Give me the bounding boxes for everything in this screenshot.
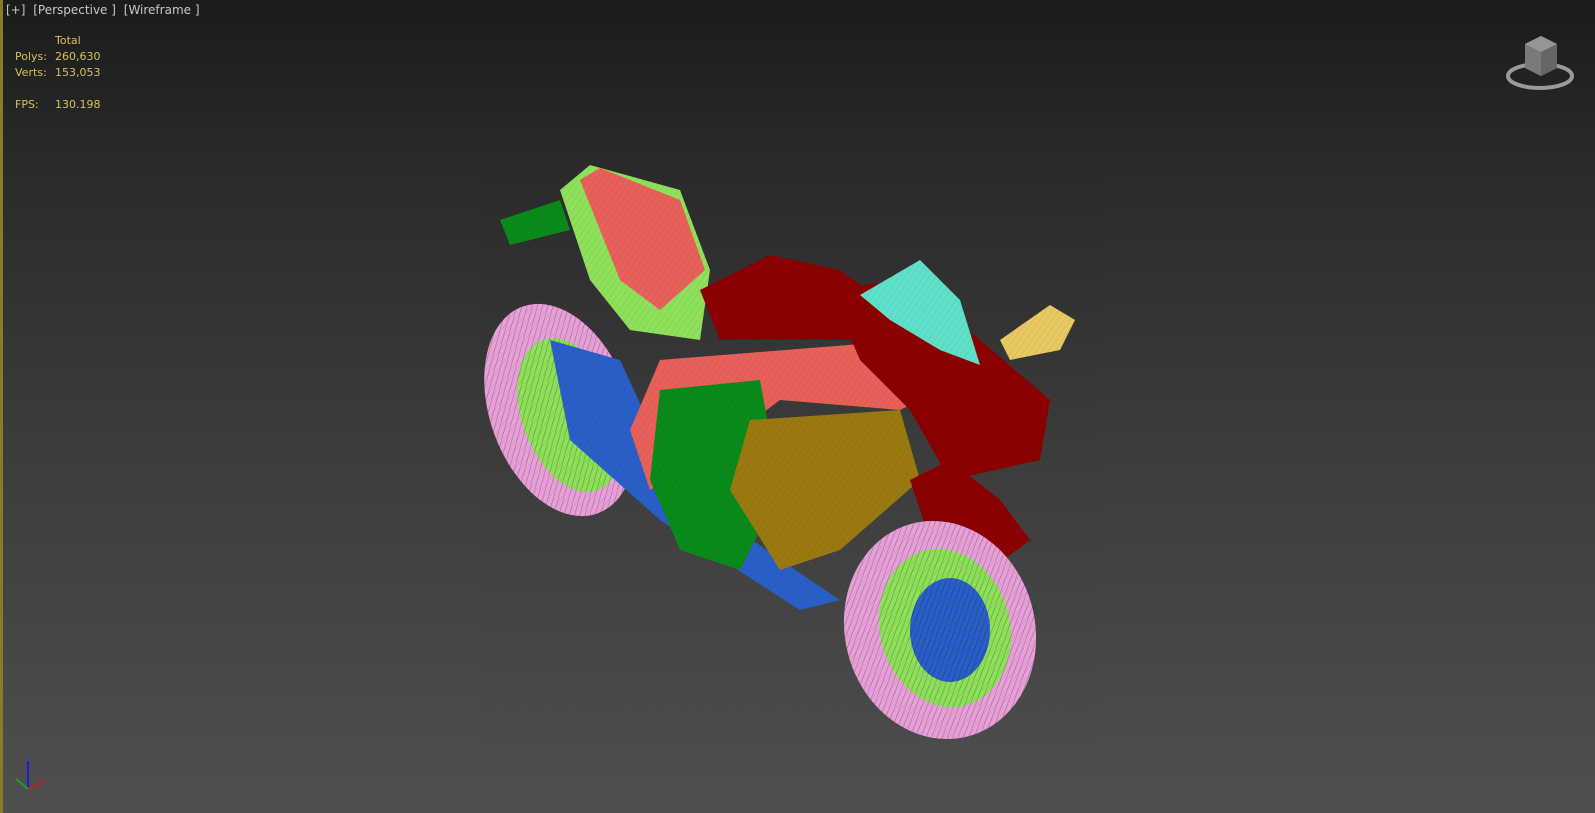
axis-tripod-icon: z	[15, 755, 47, 790]
fps-label: FPS:	[15, 98, 39, 111]
fps-value: 130.198	[55, 98, 101, 111]
viewport-point-of-view-label[interactable]: [Perspective ]	[33, 3, 116, 17]
viewcube-icon[interactable]	[1505, 30, 1575, 96]
polys-label: Polys:	[15, 50, 47, 63]
viewport-statistics: Total Polys: 260,630 Verts: 153,053 FPS: 13…	[15, 33, 101, 113]
polys-value: 260,630	[55, 50, 101, 63]
viewport-menu-plus[interactable]: [+]	[6, 3, 25, 17]
motorcycle-wireframe-model[interactable]	[480, 160, 1100, 740]
stats-header: Total	[55, 34, 81, 47]
axis-z-label: z	[25, 755, 29, 763]
verts-value: 153,053	[55, 66, 101, 79]
viewport-shading-label[interactable]: [Wireframe ]	[124, 3, 200, 17]
viewport-active-border	[0, 0, 3, 813]
viewport-labels: [+] [Perspective ] [Wireframe ]	[6, 3, 204, 17]
verts-label: Verts:	[15, 66, 47, 79]
